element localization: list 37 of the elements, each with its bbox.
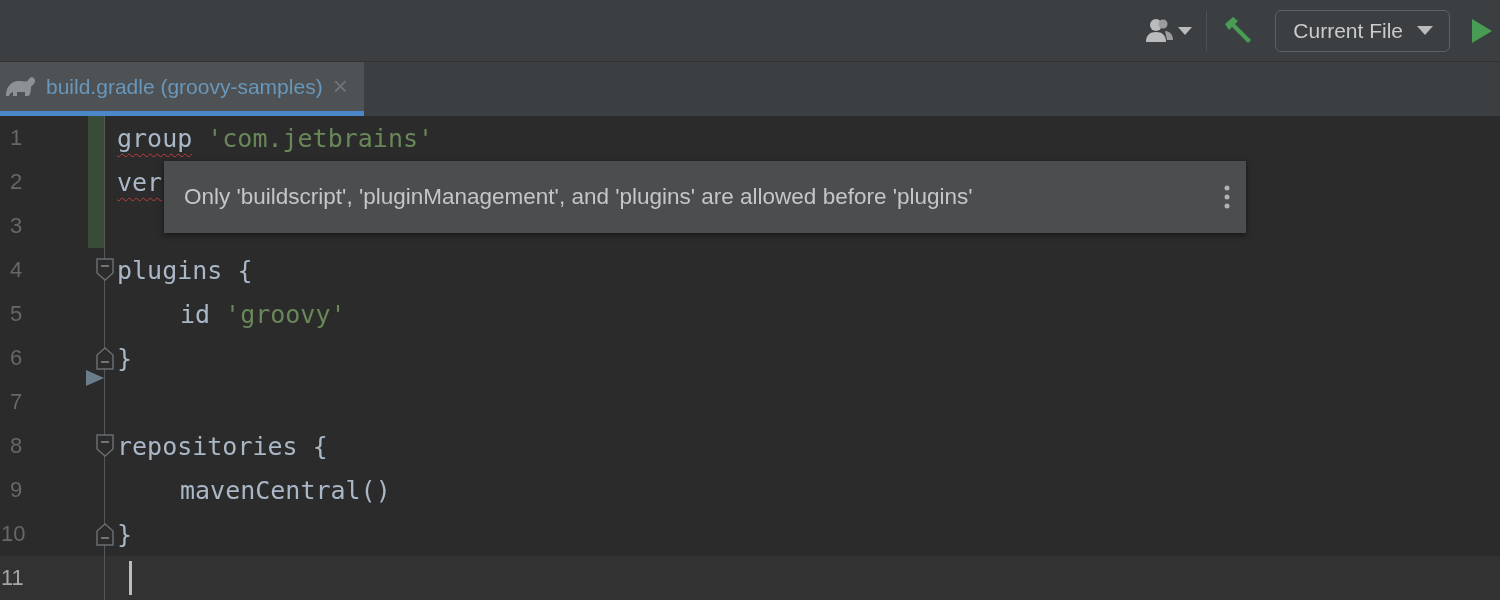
fold-icon[interactable] bbox=[96, 434, 114, 458]
line-number: 6 bbox=[10, 345, 23, 371]
line-number: 5 bbox=[10, 301, 23, 327]
code-token: repositories { bbox=[117, 431, 328, 461]
fold-icon[interactable] bbox=[96, 522, 114, 546]
code-token: group bbox=[117, 123, 193, 153]
fold-icon[interactable] bbox=[96, 346, 114, 370]
code-token: mavenCentral() bbox=[180, 475, 391, 505]
close-icon[interactable]: × bbox=[332, 71, 348, 102]
code-token: id bbox=[180, 299, 211, 329]
more-icon[interactable] bbox=[1224, 185, 1230, 209]
code-token: ver bbox=[117, 167, 163, 197]
editor-tab[interactable]: build.gradle (groovy-samples) × bbox=[0, 62, 364, 116]
run-icon[interactable] bbox=[1472, 18, 1492, 43]
line-number: 8 bbox=[10, 433, 23, 459]
code-token: } bbox=[117, 519, 133, 549]
text-cursor bbox=[129, 561, 132, 595]
line-number: 9 bbox=[10, 477, 23, 503]
line-number: 10 bbox=[1, 521, 26, 547]
triangle-icon bbox=[86, 370, 104, 386]
line-number: 1 bbox=[10, 125, 23, 151]
user-icon[interactable] bbox=[1146, 17, 1193, 44]
line-number: 11 bbox=[1, 565, 24, 591]
caret-icon bbox=[1417, 26, 1433, 35]
hammer-icon[interactable] bbox=[1223, 15, 1254, 46]
code-token: } bbox=[117, 343, 133, 373]
line-number: 7 bbox=[10, 389, 23, 415]
line-number: 2 bbox=[10, 169, 23, 195]
string-literal: 'groovy' bbox=[225, 299, 346, 329]
fold-icon[interactable] bbox=[96, 258, 114, 282]
tab-label: build.gradle (groovy-samples) bbox=[46, 74, 323, 99]
string-literal: 'com.jetbrains' bbox=[207, 123, 434, 153]
code-token: plugins { bbox=[117, 255, 253, 285]
line-number: 3 bbox=[10, 213, 23, 239]
tooltip-message: Only 'buildscript', 'pluginManagement', and 'plugins' are allowed before 'plugins' bbox=[184, 184, 973, 210]
run-configuration-dropdown[interactable]: Current File bbox=[1275, 9, 1450, 52]
line-number: 4 bbox=[10, 257, 23, 283]
